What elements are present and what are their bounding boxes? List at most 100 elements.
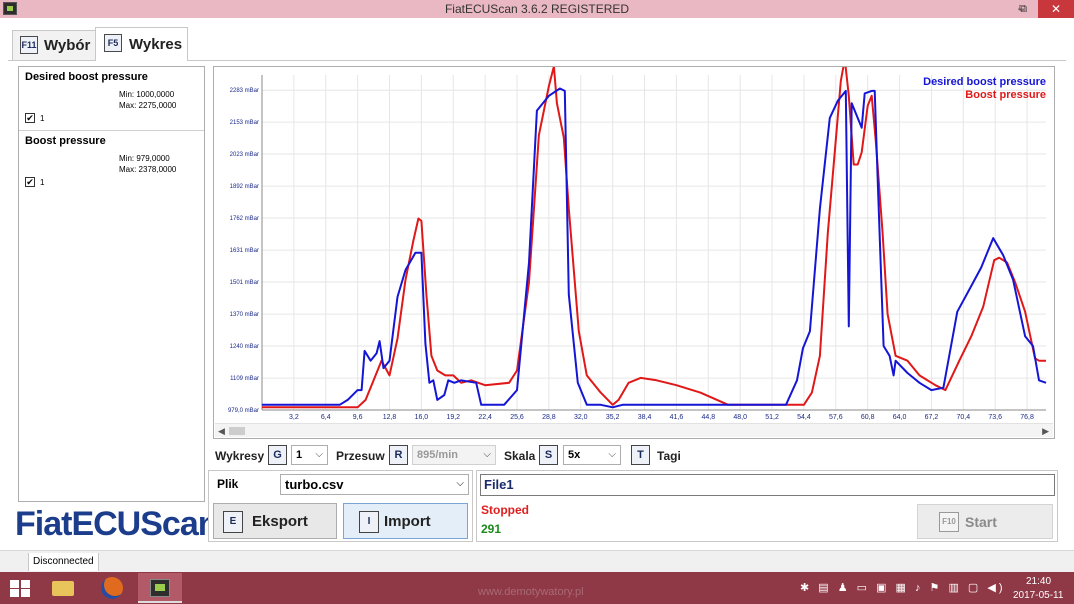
y-tick-label: 1892 mBar: [230, 184, 259, 190]
signal-number: 1: [40, 114, 45, 123]
y-tick-label: 2023 mBar: [230, 152, 259, 158]
clock-date[interactable]: 2017-05-11: [1013, 590, 1063, 601]
x-tick-label: 44,8: [701, 414, 715, 421]
tagi-key-badge[interactable]: T: [631, 445, 650, 465]
signal-checkbox[interactable]: ✔: [25, 113, 35, 123]
x-tick-label: 12,8: [383, 414, 397, 421]
y-tick-label: 2283 mBar: [230, 88, 259, 94]
scroll-left-icon[interactable]: ◀: [218, 424, 225, 438]
scroll-thumb[interactable]: [229, 427, 245, 435]
signal-max: Max: 2378,0000: [119, 165, 177, 174]
eksport-label: Eksport: [252, 513, 308, 530]
signal-max: Max: 2275,0000: [119, 101, 177, 110]
x-tick-label: 35,2: [606, 414, 620, 421]
series-line-desired-boost-pressure: [262, 87, 1047, 409]
x-tick-label: 9,6: [353, 414, 363, 421]
y-tick-label: 979,0 mBar: [228, 408, 259, 414]
windows-start-icon[interactable]: [10, 580, 30, 597]
file-explorer-icon[interactable]: [40, 573, 84, 603]
skala-key-badge: S: [539, 445, 558, 465]
x-tick-label: 3,2: [289, 414, 299, 421]
import-button[interactable]: I Import: [343, 503, 468, 539]
x-tick-label: 57,6: [829, 414, 843, 421]
chevron-down-icon: ⌵: [456, 478, 464, 489]
tab-label: Wykres: [129, 36, 183, 53]
tab-key-badge: F5: [104, 34, 122, 52]
signal-name: Boost pressure: [25, 135, 106, 147]
system-tray-icons[interactable]: ✱ ▤ ♟ ▭ ▣ ▦ ♪ ⚑ ▥ ▢ ◀): [800, 581, 1005, 594]
signal-name: Desired boost pressure: [25, 71, 148, 83]
x-tick-label: 64,0: [893, 414, 907, 421]
connection-status: Disconnected: [28, 553, 99, 571]
y-tick-label: 1109 mBar: [230, 376, 259, 382]
file-select[interactable]: turbo.csv ⌵: [280, 474, 469, 495]
close-button[interactable]: ✕: [1038, 0, 1074, 18]
app-logo: FiatECUScan: [15, 505, 218, 543]
tagi-label[interactable]: Tagi: [657, 449, 681, 463]
x-tick-label: 6,4: [321, 414, 331, 421]
y-tick-label: 1240 mBar: [230, 344, 259, 350]
x-tick-label: 28,8: [542, 414, 556, 421]
wykresy-label: Wykresy: [215, 449, 265, 463]
taskbar: www.demotywatory.pl ✱ ▤ ♟ ▭ ▣ ▦ ♪ ⚑ ▥ ▢ …: [0, 572, 1074, 604]
scroll-right-icon[interactable]: ▶: [1042, 424, 1049, 438]
signal-number: 1: [40, 178, 45, 187]
import-label: Import: [384, 513, 431, 530]
tab-label: Wybór: [44, 37, 91, 54]
x-tick-label: 25,6: [510, 414, 524, 421]
tab-wykres[interactable]: F5 Wykres: [95, 27, 188, 61]
x-tick-label: 76,8: [1020, 414, 1034, 421]
x-tick-label: 38,4: [638, 414, 652, 421]
start-label: Start: [965, 514, 997, 530]
skala-select[interactable]: 5x ⌵: [563, 445, 621, 465]
sample-count: 291: [481, 522, 502, 536]
przesuw-key-badge: R: [389, 445, 408, 465]
signal-list-panel: Desired boost pressure Min: 1000,0000 Ma…: [18, 66, 205, 502]
x-tick-label: 19,2: [446, 414, 460, 421]
chart-legend: Desired boost pressure Boost pressure: [923, 76, 1046, 102]
boost-chart: 979,0 mBar 1109 mBar 1240 mBar 1370 mBar 150…: [228, 67, 1047, 421]
chart-panel: 979,0 mBar 1109 mBar 1240 mBar 1370 mBar 150…: [213, 66, 1055, 439]
y-tick-label: 1762 mBar: [230, 216, 259, 222]
eksport-button[interactable]: E Eksport: [213, 503, 337, 539]
y-tick-label: 1501 mBar: [230, 280, 259, 286]
chevron-down-icon: ⌵: [483, 449, 491, 460]
x-tick-label: 60,8: [861, 414, 875, 421]
wykresy-value: 1: [296, 449, 303, 461]
skala-label: Skala: [504, 449, 536, 463]
y-tick-label: 2153 mBar: [230, 120, 259, 126]
start-key-badge: F10: [939, 512, 959, 532]
firefox-icon[interactable]: [90, 573, 134, 603]
plik-label: Plik: [217, 477, 239, 491]
x-tick-label: 22,4: [478, 414, 492, 421]
legend-item: Boost pressure: [965, 89, 1046, 101]
x-tick-label: 54,4: [797, 414, 811, 421]
signal-min: Min: 1000,0000: [119, 90, 175, 99]
title-bar: FiatECUScan 3.6.2 REGISTERED – ⧉ ✕: [0, 0, 1074, 18]
wykresy-select[interactable]: 1 ⌵: [291, 445, 328, 465]
przesuw-value: 895/min: [417, 449, 458, 461]
y-tick-label: 1631 mBar: [230, 248, 259, 254]
x-tick-label: 41,6: [670, 414, 684, 421]
x-tick-label: 48,0: [733, 414, 747, 421]
signal-checkbox[interactable]: ✔: [25, 177, 35, 187]
run-status: Stopped: [481, 503, 529, 517]
skala-value: 5x: [568, 449, 581, 461]
clock-time[interactable]: 21:40: [1026, 576, 1051, 587]
chevron-down-icon: ⌵: [315, 449, 323, 460]
session-name-field[interactable]: File1: [480, 474, 1055, 496]
series-line-boost-pressure: [262, 67, 1046, 409]
horizontal-scrollbar[interactable]: ◀ ▶: [215, 423, 1053, 437]
window-title: FiatECUScan 3.6.2 REGISTERED: [444, 2, 630, 16]
watermark: www.demotywatory.pl: [478, 586, 584, 598]
x-tick-label: 67,2: [925, 414, 939, 421]
status-bar: Disconnected: [0, 550, 1074, 572]
eksport-key-badge: E: [223, 511, 243, 533]
start-button[interactable]: F10 Start: [917, 504, 1053, 539]
tab-wybor[interactable]: F11 Wybór: [12, 30, 96, 60]
fiatecuscan-taskbar-icon[interactable]: [138, 573, 182, 603]
przesuw-select[interactable]: 895/min ⌵: [412, 445, 496, 465]
x-tick-label: 73,6: [988, 414, 1002, 421]
signal-min: Min: 979,0000: [119, 154, 170, 163]
maximize-button[interactable]: ⧉: [1012, 0, 1034, 18]
